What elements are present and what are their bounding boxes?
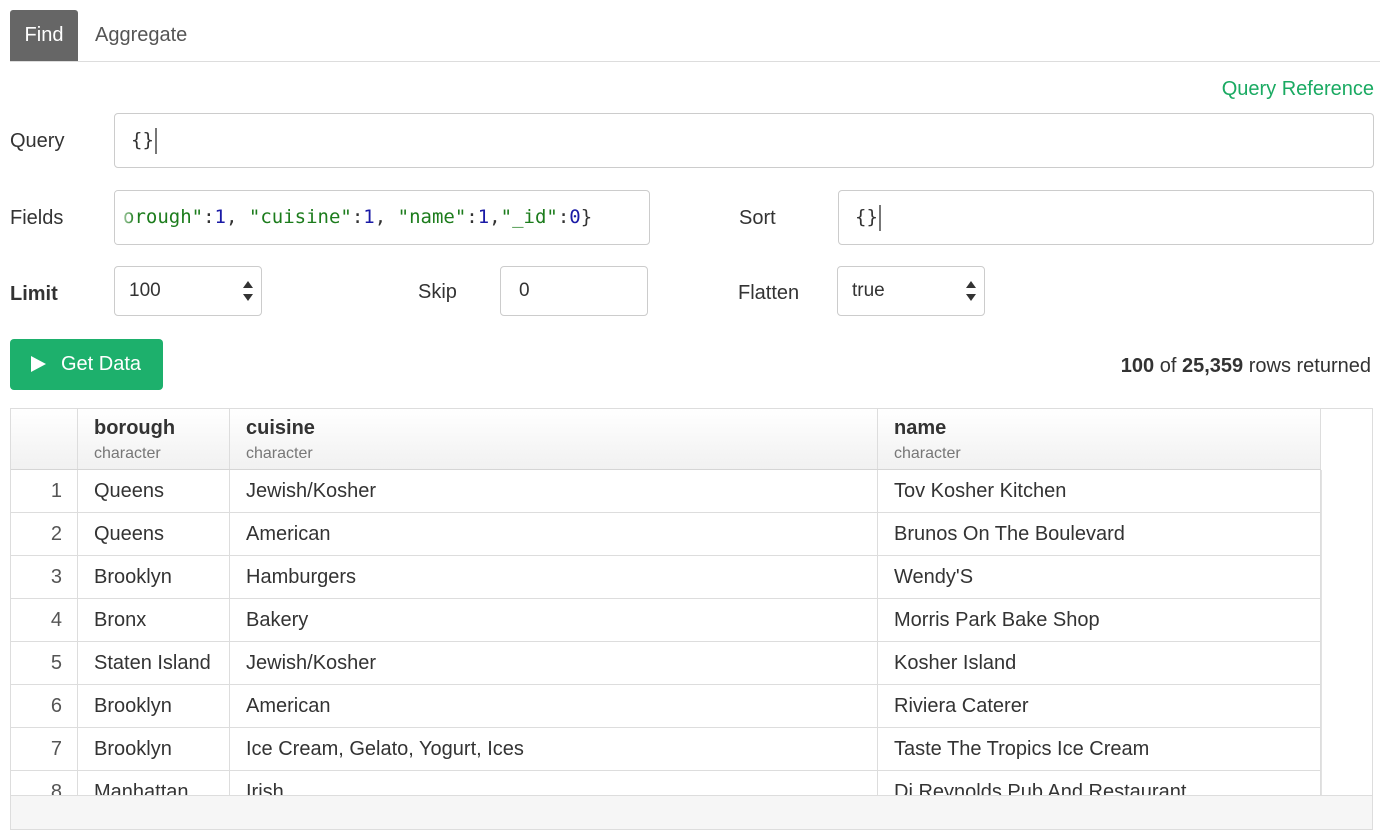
grid-header: borough character cuisine character name…: [11, 409, 1321, 470]
flatten-value: true: [852, 280, 885, 301]
cell-borough: Manhattan: [78, 771, 230, 795]
fields-editor[interactable]: orough":1, "cuisine":1, "name":1,"_id":0…: [114, 190, 650, 245]
cell-name: Wendy'S: [878, 556, 1321, 598]
sort-editor[interactable]: {}: [838, 190, 1374, 245]
sort-value: {}: [855, 206, 878, 228]
sort-label: Sort: [739, 207, 776, 229]
grid-body: 1 Queens Jewish/Kosher Tov Kosher Kitche…: [11, 470, 1321, 795]
rows-shown: 100: [1120, 355, 1155, 377]
cell-name: Kosher Island: [878, 642, 1321, 684]
header-index-cell: [11, 409, 78, 469]
cell-borough: Brooklyn: [78, 685, 230, 727]
cell-name: Taste The Tropics Ice Cream: [878, 728, 1321, 770]
vertical-scrollbar[interactable]: [1321, 470, 1372, 795]
play-icon: [31, 356, 46, 372]
cell-name: Dj Reynolds Pub And Restaurant: [878, 771, 1321, 795]
scroll-fade: [115, 191, 135, 244]
rows-returned-status: 100 of 25,359 rows returned: [1121, 355, 1371, 378]
cell-cuisine: Bakery: [230, 599, 878, 641]
column-type: character: [94, 445, 161, 462]
text-cursor: [154, 127, 157, 154]
limit-select[interactable]: 100: [114, 266, 262, 316]
select-arrows-icon: [243, 281, 253, 301]
limit-value: 100: [129, 280, 161, 301]
cell-name: Riviera Caterer: [878, 685, 1321, 727]
cell-cuisine: Hamburgers: [230, 556, 878, 598]
data-grid: borough character cuisine character name…: [10, 408, 1373, 830]
cell-borough: Queens: [78, 470, 230, 512]
cell-cuisine: Jewish/Kosher: [230, 470, 878, 512]
row-index: 2: [11, 513, 78, 555]
cell-borough: Brooklyn: [78, 728, 230, 770]
cell-name: Brunos On The Boulevard: [878, 513, 1321, 555]
cell-borough: Queens: [78, 513, 230, 555]
table-row[interactable]: 3 Brooklyn Hamburgers Wendy'S: [11, 556, 1321, 599]
column-header-borough[interactable]: borough character: [78, 409, 230, 469]
column-name: cuisine: [246, 417, 315, 439]
row-index: 1: [11, 470, 78, 512]
table-row[interactable]: 8 Manhattan Irish Dj Reynolds Pub And Re…: [11, 771, 1321, 795]
table-row[interactable]: 4 Bronx Bakery Morris Park Bake Shop: [11, 599, 1321, 642]
cell-cuisine: Ice Cream, Gelato, Yogurt, Ices: [230, 728, 878, 770]
skip-label: Skip: [418, 281, 457, 303]
row-index: 4: [11, 599, 78, 641]
table-row[interactable]: 7 Brooklyn Ice Cream, Gelato, Yogurt, Ic…: [11, 728, 1321, 771]
column-header-name[interactable]: name character: [878, 409, 1321, 469]
cell-name: Morris Park Bake Shop: [878, 599, 1321, 641]
row-index: 7: [11, 728, 78, 770]
rows-suffix: rows returned: [1248, 355, 1371, 377]
table-row[interactable]: 6 Brooklyn American Riviera Caterer: [11, 685, 1321, 728]
tab-aggregate[interactable]: Aggregate: [95, 10, 187, 61]
horizontal-scrollbar[interactable]: [11, 795, 1372, 829]
cell-cuisine: American: [230, 685, 878, 727]
column-name: borough: [94, 417, 176, 439]
row-index: 6: [11, 685, 78, 727]
cell-cuisine: Jewish/Kosher: [230, 642, 878, 684]
cell-borough: Bronx: [78, 599, 230, 641]
limit-label: Limit: [10, 283, 58, 305]
flatten-label: Flatten: [738, 282, 800, 304]
tab-bar: Find Aggregate: [10, 10, 1380, 62]
cell-borough: Staten Island: [78, 642, 230, 684]
row-index: 5: [11, 642, 78, 684]
rows-total: 25,359: [1181, 355, 1244, 377]
query-value: {}: [131, 129, 154, 151]
column-name: name: [894, 417, 947, 439]
column-type: character: [894, 445, 961, 462]
text-cursor: [878, 204, 881, 231]
rows-of: of: [1159, 355, 1177, 377]
select-arrows-icon: [966, 281, 976, 301]
skip-input[interactable]: 0: [500, 266, 648, 316]
query-reference-link[interactable]: Query Reference: [1222, 78, 1374, 101]
tab-find[interactable]: Find: [10, 10, 78, 61]
column-header-cuisine[interactable]: cuisine character: [230, 409, 878, 469]
column-type: character: [246, 445, 313, 462]
cell-name: Tov Kosher Kitchen: [878, 470, 1321, 512]
get-data-button[interactable]: Get Data: [10, 339, 163, 390]
query-label: Query: [10, 130, 65, 152]
fields-label: Fields: [10, 207, 64, 229]
row-index: 3: [11, 556, 78, 598]
row-index: 8: [11, 771, 78, 795]
table-row[interactable]: 5 Staten Island Jewish/Kosher Kosher Isl…: [11, 642, 1321, 685]
cell-borough: Brooklyn: [78, 556, 230, 598]
query-editor[interactable]: {}: [114, 113, 1374, 168]
flatten-select[interactable]: true: [837, 266, 985, 316]
cell-cuisine: American: [230, 513, 878, 555]
get-data-label: Get Data: [61, 353, 142, 375]
table-row[interactable]: 1 Queens Jewish/Kosher Tov Kosher Kitche…: [11, 470, 1321, 513]
cell-cuisine: Irish: [230, 771, 878, 795]
table-row[interactable]: 2 Queens American Brunos On The Boulevar…: [11, 513, 1321, 556]
